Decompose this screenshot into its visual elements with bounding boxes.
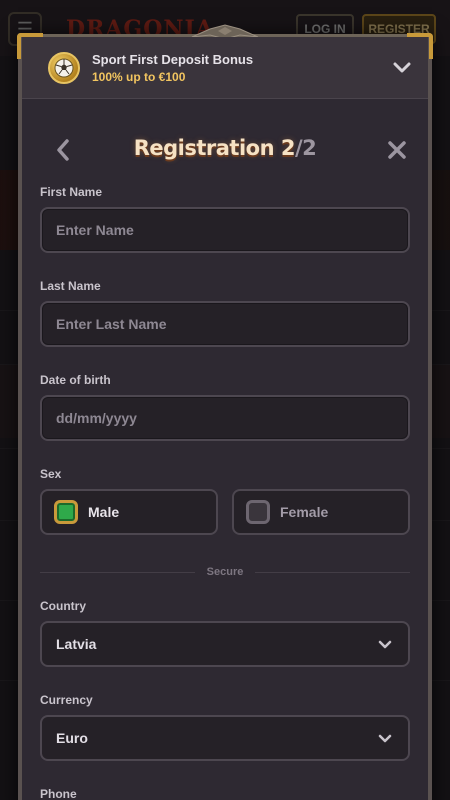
sex-female-label: Female (280, 504, 329, 520)
secure-divider: Secure (40, 565, 411, 579)
registration-header: Registration 2/2 (22, 133, 428, 169)
dob-label: Date of birth (40, 373, 111, 387)
first-name-label: First Name (40, 185, 103, 199)
divider-line (40, 571, 195, 573)
registration-title: Registration 2 (133, 136, 296, 160)
sex-male-label: Male (88, 504, 120, 520)
currency-value: Euro (56, 730, 88, 746)
chevron-down-icon (378, 640, 392, 648)
phone-label: Phone (40, 787, 77, 800)
last-name-input[interactable] (56, 303, 408, 345)
last-name-label: Last Name (40, 279, 101, 293)
bonus-subtitle: 100% up to €100 (92, 69, 186, 84)
country-label: Country (40, 599, 86, 613)
chevron-down-icon[interactable] (388, 54, 416, 82)
close-button[interactable] (382, 135, 412, 165)
radio-selected-icon (54, 500, 78, 524)
secure-label: Secure (206, 566, 244, 578)
radio-unselected-icon (246, 500, 270, 524)
bonus-title: Sport First Deposit Bonus (92, 51, 254, 67)
first-name-input[interactable] (56, 209, 408, 251)
bonus-selector[interactable]: Sport First Deposit Bonus 100% up to €10… (22, 37, 428, 99)
dob-input[interactable] (56, 397, 408, 439)
dob-field[interactable] (40, 395, 410, 441)
sex-option-male[interactable]: Male (40, 489, 218, 535)
page-title: Registration 2/2 (22, 136, 428, 160)
sex-label: Sex (40, 467, 62, 481)
soccer-ball-icon (48, 51, 80, 84)
first-name-field[interactable] (40, 207, 410, 253)
chevron-down-icon (378, 734, 392, 742)
registration-step: /2 (294, 136, 317, 160)
country-value: Latvia (56, 636, 97, 652)
last-name-field[interactable] (40, 301, 410, 347)
registration-modal: Sport First Deposit Bonus 100% up to €10… (17, 24, 433, 800)
currency-label: Currency (40, 693, 93, 707)
close-icon (388, 141, 406, 159)
sex-option-female[interactable]: Female (232, 489, 410, 535)
country-select[interactable]: Latvia (40, 621, 410, 667)
currency-select[interactable]: Euro (40, 715, 410, 761)
divider-line (255, 571, 411, 573)
